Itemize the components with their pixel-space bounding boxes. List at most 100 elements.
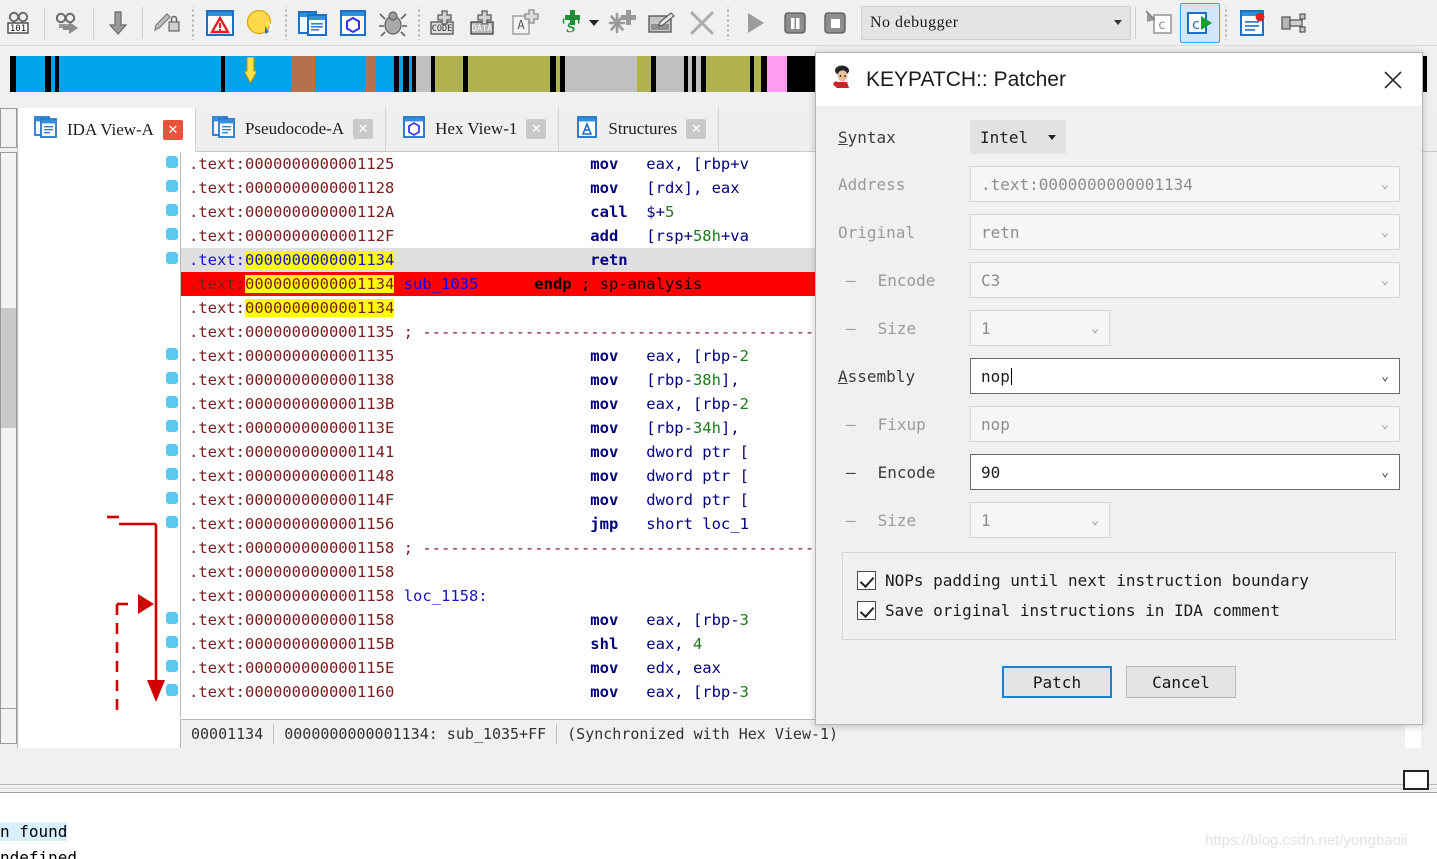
new-encode-label: – Encode xyxy=(846,462,936,482)
close-icon[interactable] xyxy=(1370,60,1416,100)
tab-label: IDA View-A xyxy=(67,119,154,139)
nav-segment xyxy=(753,56,762,92)
patch-button[interactable]: Patch xyxy=(1002,666,1112,698)
tab-close-icon[interactable]: ✕ xyxy=(353,119,374,139)
line-marker xyxy=(166,660,178,672)
pseudocode-window-icon[interactable] xyxy=(293,3,333,43)
debugger-select-value: No debugger xyxy=(870,13,959,31)
undefine-icon[interactable] xyxy=(682,3,722,43)
hex-view-icon[interactable] xyxy=(333,3,373,43)
tab-ida-view-a[interactable]: IDA View-A ✕ xyxy=(18,108,196,152)
toolbar-separator xyxy=(282,5,291,40)
chevron-down-icon xyxy=(1114,20,1122,25)
ida-pro-window: 101 CODE DATA A 's' No debugger c c IDA … xyxy=(0,0,1437,859)
options-group: NOPs padding until next instruction boun… xyxy=(842,552,1396,640)
make-struct-icon[interactable] xyxy=(602,3,642,43)
warning-window-icon[interactable] xyxy=(200,3,240,43)
status-location: 0000000000001134: sub_1035+FF xyxy=(284,725,547,743)
left-dock-scroll-thumb[interactable] xyxy=(1,308,16,428)
run-icon[interactable] xyxy=(735,3,775,43)
chevron-down-icon: ⌄ xyxy=(1381,464,1389,480)
new-encode-input[interactable]: 90 ⌄ xyxy=(970,454,1400,490)
attach-debugger-icon[interactable]: c xyxy=(1180,2,1220,43)
make-ascii-icon[interactable]: A xyxy=(506,3,546,43)
svg-text:CODE: CODE xyxy=(432,24,452,34)
fixup-row: – Fixup nop ⌄ xyxy=(838,406,1400,442)
chevron-down-icon[interactable] xyxy=(586,3,602,43)
left-dock-top-box[interactable] xyxy=(0,108,17,148)
address-row: Address .text:0000000000001134 ⌄ xyxy=(838,166,1400,202)
left-dock-scroll-box[interactable] xyxy=(0,152,17,727)
svg-text:c: c xyxy=(1192,17,1200,33)
toolbar-divider xyxy=(1135,6,1136,39)
line-marker xyxy=(166,492,178,504)
edit-function-icon[interactable] xyxy=(642,3,682,43)
line-marker xyxy=(166,636,178,648)
moon-palette-icon[interactable] xyxy=(240,3,280,43)
watch-icon[interactable] xyxy=(1273,3,1313,43)
lock-pen-icon[interactable] xyxy=(147,3,187,43)
tab-close-icon[interactable]: ✕ xyxy=(526,119,547,139)
original-size-row: – Size 1 ⌄ xyxy=(838,310,1400,346)
maximize-output-button[interactable] xyxy=(1403,770,1429,790)
tab-pseudocode-a[interactable]: Pseudocode-A ✕ xyxy=(195,107,387,151)
original-encode-value: C3 xyxy=(981,270,1001,290)
debugger-select[interactable]: No debugger xyxy=(861,5,1131,40)
nops-padding-checkbox[interactable] xyxy=(857,570,876,590)
tab-close-icon[interactable]: ✕ xyxy=(162,119,183,140)
original-value: retn xyxy=(981,222,1020,242)
left-dock-bottom-box[interactable] xyxy=(0,708,17,744)
dialog-title-bar: KEYPATCH:: Patcher xyxy=(816,53,1422,106)
address-label: Address xyxy=(838,174,906,194)
nops-padding-option[interactable]: NOPs padding until next instruction boun… xyxy=(857,565,1381,595)
nav-segment xyxy=(291,56,315,92)
jump-down-icon[interactable] xyxy=(98,3,138,43)
save-original-checkbox[interactable] xyxy=(857,600,876,620)
assembly-input[interactable]: nop ⌄ xyxy=(970,358,1400,394)
chevron-down-icon: ⌄ xyxy=(1381,416,1389,432)
detach-debugger-icon[interactable]: c xyxy=(1140,3,1180,43)
original-input[interactable]: retn ⌄ xyxy=(970,214,1400,250)
nav-segment xyxy=(225,56,292,92)
cancel-button[interactable]: Cancel xyxy=(1126,666,1236,698)
original-size-input[interactable]: 1 ⌄ xyxy=(970,310,1110,346)
nav-segment xyxy=(364,56,376,92)
toolbar-group-attach: c c xyxy=(1140,0,1220,46)
original-encode-input[interactable]: C3 ⌄ xyxy=(970,262,1400,298)
nops-padding-label: NOPs padding until next instruction boun… xyxy=(885,570,1309,590)
keypatch-patcher-dialog: KEYPATCH:: Patcher Syntax Intel Address … xyxy=(815,52,1423,725)
output-line-text: n found xyxy=(0,822,68,841)
binary-search-icon[interactable]: 101 xyxy=(0,3,40,43)
stop-icon[interactable] xyxy=(815,3,855,43)
new-size-input[interactable]: 1 ⌄ xyxy=(970,502,1110,538)
syntax-select[interactable]: Intel xyxy=(970,120,1066,154)
syntax-value: Intel xyxy=(980,127,1029,147)
line-bullets xyxy=(166,156,178,696)
nav-segment xyxy=(375,56,394,92)
svg-text:A: A xyxy=(517,18,525,32)
pause-icon[interactable] xyxy=(775,3,815,43)
dialog-body: Syntax Intel Address .text:0000000000001… xyxy=(816,106,1422,698)
search-next-icon[interactable] xyxy=(49,3,89,43)
save-original-option[interactable]: Save original instructions in IDA commen… xyxy=(857,595,1381,625)
new-encode-value: 90 xyxy=(981,462,1001,482)
line-marker xyxy=(166,156,178,168)
fixup-input[interactable]: nop ⌄ xyxy=(970,406,1400,442)
make-string-icon[interactable]: 's' xyxy=(546,3,586,43)
tab-hex-view-1[interactable]: Hex View-1 ✕ xyxy=(386,107,560,151)
line-marker xyxy=(166,396,178,408)
debug-bug-icon[interactable] xyxy=(373,3,413,43)
output-line-text: ndefined xyxy=(0,848,78,859)
breakpoint-list-icon[interactable] xyxy=(1233,3,1273,43)
dialog-title: KEYPATCH:: Patcher xyxy=(866,67,1066,91)
assembly-label: Assembly xyxy=(838,366,916,386)
make-data-icon[interactable]: DATA xyxy=(466,3,506,43)
tab-close-icon[interactable]: ✕ xyxy=(686,119,707,139)
line-marker xyxy=(166,372,178,384)
address-input[interactable]: .text:0000000000001134 ⌄ xyxy=(970,166,1400,202)
make-code-icon[interactable]: CODE xyxy=(426,3,466,43)
toolbar-divider xyxy=(44,6,45,39)
tab-structures[interactable]: Structures ✕ xyxy=(559,107,720,151)
original-row: Original retn ⌄ xyxy=(838,214,1400,250)
toolbar-separator xyxy=(724,5,733,40)
